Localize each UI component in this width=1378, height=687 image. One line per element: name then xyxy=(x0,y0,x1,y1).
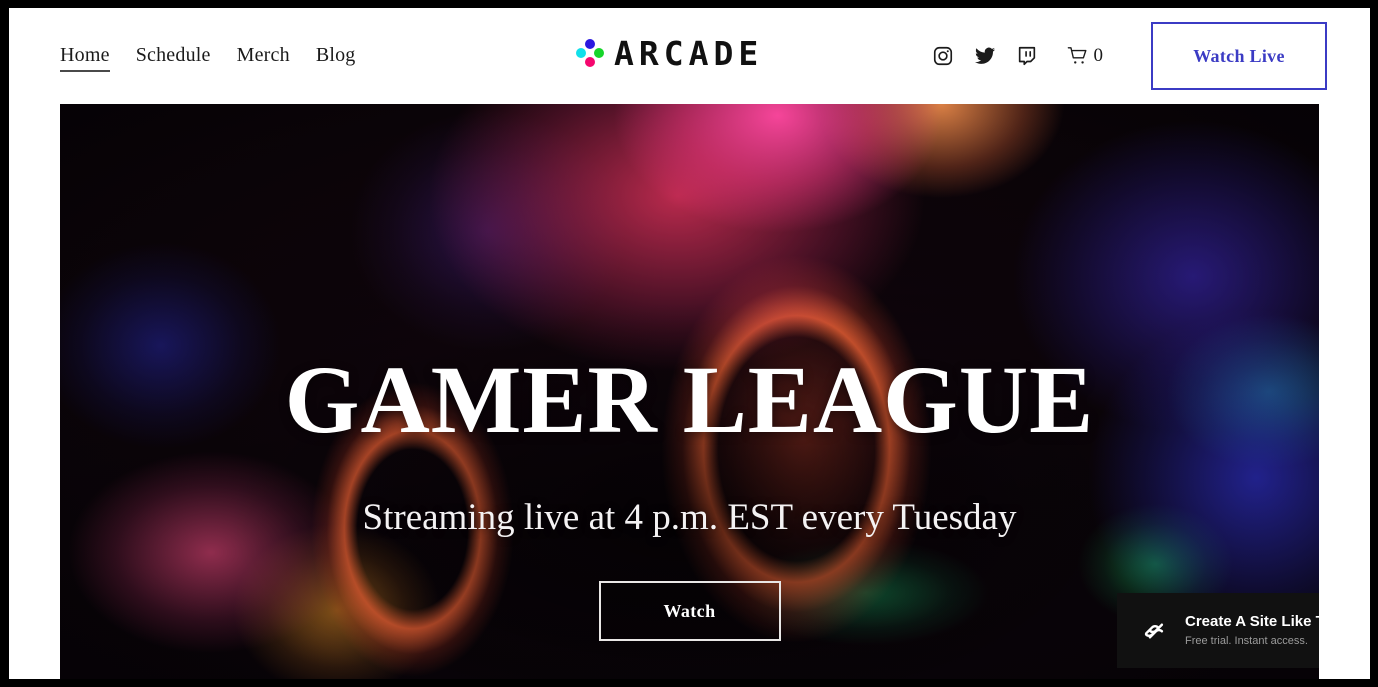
create-site-subtitle: Free trial. Instant access. xyxy=(1185,634,1308,647)
site-logo[interactable]: ARCADE xyxy=(575,36,763,70)
nav-item-schedule[interactable]: Schedule xyxy=(136,44,211,70)
screen: Home Schedule Merch Blog ARCADE 0 Watch … xyxy=(0,0,1378,687)
header-right-cluster: 0 Watch Live xyxy=(932,8,1371,104)
watch-live-label: Watch Live xyxy=(1193,45,1285,66)
instagram-icon[interactable] xyxy=(932,45,954,67)
hero-subtitle: Streaming live at 4 p.m. EST every Tuesd… xyxy=(362,497,1017,538)
logo-dot-right xyxy=(594,48,604,58)
logo-wordmark: ARCADE xyxy=(614,34,764,73)
site-header: Home Schedule Merch Blog ARCADE 0 Watch … xyxy=(9,8,1370,104)
twitch-icon[interactable] xyxy=(1016,45,1038,67)
hero-banner: GAMER LEAGUE Streaming live at 4 p.m. ES… xyxy=(60,104,1319,679)
shopping-cart-icon xyxy=(1066,45,1088,67)
nav-item-blog[interactable]: Blog xyxy=(316,44,356,70)
logo-dot-top xyxy=(585,39,595,49)
twitter-icon[interactable] xyxy=(974,45,996,67)
main-navigation: Home Schedule Merch Blog xyxy=(60,44,356,72)
nav-item-home[interactable]: Home xyxy=(60,44,110,72)
four-dot-diamond-icon xyxy=(575,38,605,68)
squarespace-logo-icon xyxy=(1139,616,1169,646)
logo-dot-bottom xyxy=(585,57,595,67)
cart-count: 0 xyxy=(1093,45,1104,66)
social-links xyxy=(932,45,1038,67)
hero-watch-button[interactable]: Watch xyxy=(598,581,781,641)
website-page: Home Schedule Merch Blog ARCADE 0 Watch … xyxy=(9,8,1370,679)
nav-item-merch[interactable]: Merch xyxy=(237,44,290,70)
logo-dot-left xyxy=(576,48,586,58)
hero-watch-label: Watch xyxy=(663,600,716,621)
hero-title: GAMER LEAGUE xyxy=(284,346,1095,453)
create-site-title: Create A Site Like This xyxy=(1185,612,1319,630)
create-site-text: Create A Site Like This Free trial. Inst… xyxy=(1185,613,1319,648)
watch-live-button[interactable]: Watch Live xyxy=(1151,22,1327,90)
create-site-badge[interactable]: Create A Site Like This Free trial. Inst… xyxy=(1117,593,1319,668)
cart-button[interactable]: 0 xyxy=(1066,45,1104,67)
